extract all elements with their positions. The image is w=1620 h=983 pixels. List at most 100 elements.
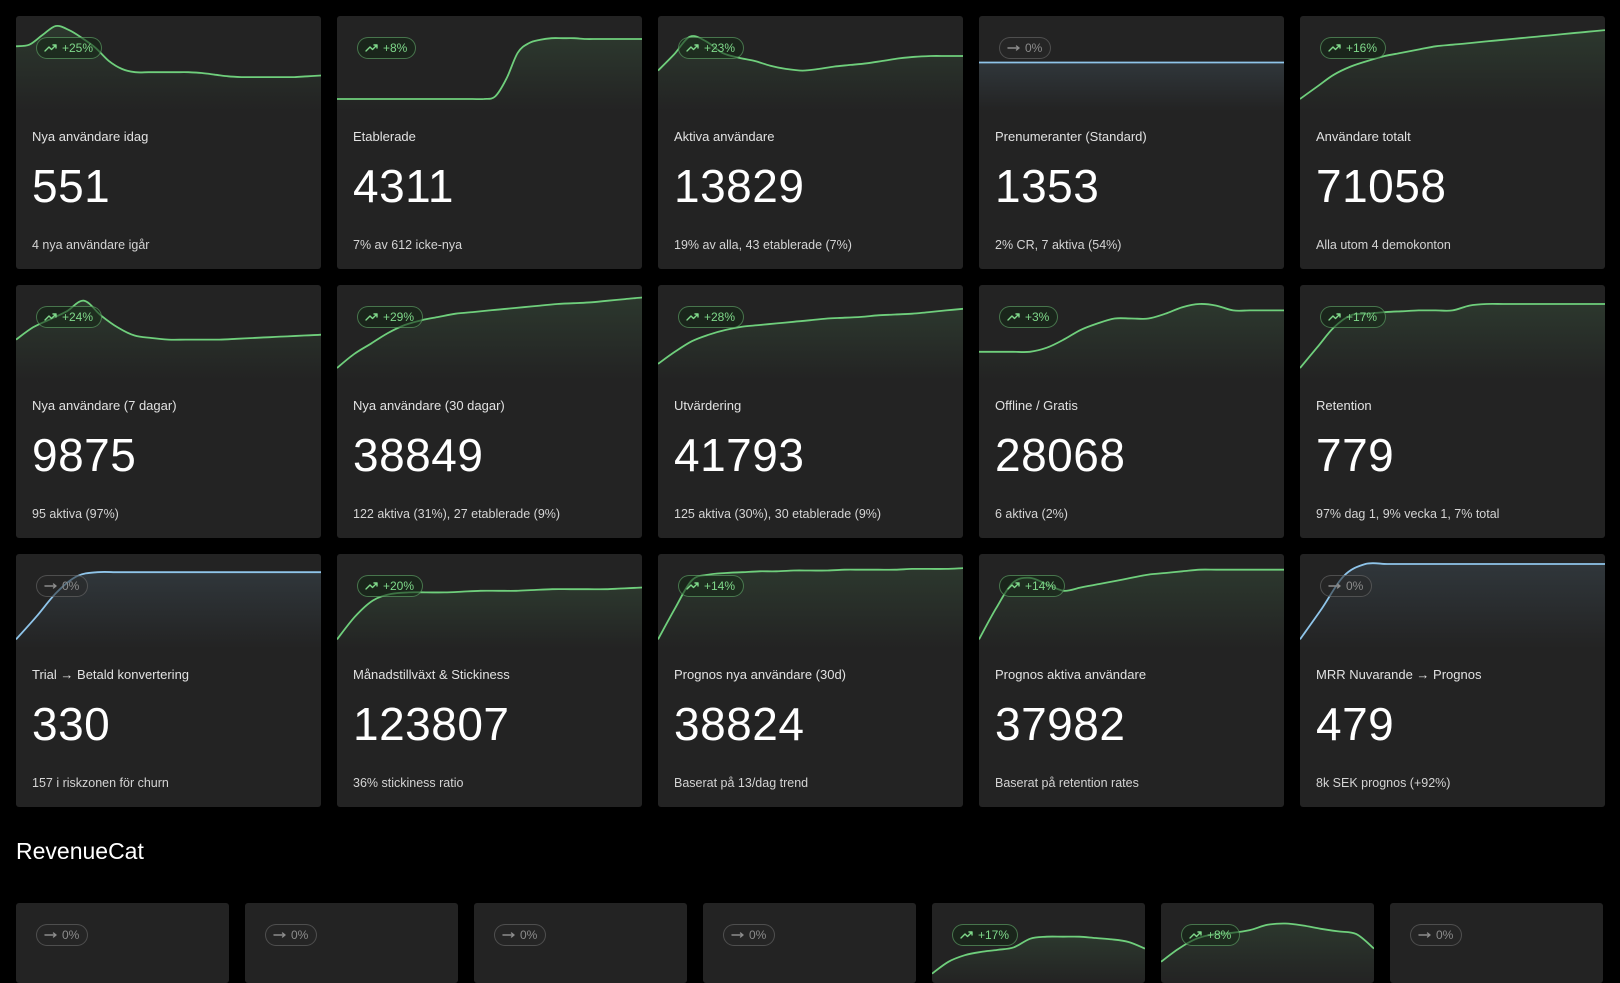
- trend-badge: 0%: [1410, 924, 1463, 946]
- trend-badge: +17%: [1320, 306, 1387, 328]
- metric-card[interactable]: +20% Månadstillväxt & Stickiness 123807 36%…: [337, 554, 642, 807]
- arrow-right-icon: [502, 932, 515, 938]
- trend-badge-label: 0%: [62, 928, 80, 942]
- sparkline-area: [979, 62, 1284, 111]
- metric-value: 71058: [1316, 160, 1447, 212]
- metric-subtext: 122 aktiva (31%), 27 etablerade (9%): [353, 507, 561, 521]
- metric-subtext: 125 aktiva (30%), 30 etablerade (9%): [674, 507, 882, 521]
- trending-up-icon: [44, 44, 57, 52]
- metric-card[interactable]: +25% Nya användare idag 551 4 nya användare…: [16, 16, 321, 269]
- trend-badge-label: +25%: [62, 41, 94, 55]
- trending-up-icon: [365, 44, 378, 52]
- revenuecat-card[interactable]: +8%: [1161, 903, 1374, 983]
- trend-badge-label: +29%: [383, 310, 415, 324]
- sparkline: [979, 16, 1284, 111]
- metric-subtext: 4 nya användare igår: [32, 238, 150, 252]
- metric-card[interactable]: +24% Nya användare (7 dagar) 9875 95 aktiva…: [16, 285, 321, 538]
- trending-up-icon: [686, 44, 699, 52]
- trend-badge-label: +23%: [704, 41, 736, 55]
- metric-subtext: 97% dag 1, 9% vecka 1, 7% total: [1316, 507, 1500, 521]
- trend-badge: 0%: [494, 924, 547, 946]
- metric-label: MRR Nuvarande → Prognos: [1316, 667, 1482, 682]
- metric-label: Offline / Gratis: [995, 398, 1078, 413]
- trending-up-icon: [365, 313, 378, 321]
- metric-subtext: 2% CR, 7 aktiva (54%): [995, 238, 1122, 252]
- metric-label: Prognos aktiva användare: [995, 667, 1147, 682]
- metric-card[interactable]: +8% Etablerade 4311 7% av 612 icke-nya: [337, 16, 642, 269]
- trend-badge: 0%: [723, 924, 776, 946]
- trend-badge-label: +14%: [1025, 579, 1057, 593]
- revenuecat-card[interactable]: 0%: [16, 903, 229, 983]
- sparkline: [1300, 16, 1605, 111]
- metric-card[interactable]: 0% Trial → Betald konvertering 330 157 i ri…: [16, 554, 321, 807]
- trend-badge-label: 0%: [1025, 41, 1043, 55]
- trend-badge: +14%: [999, 575, 1066, 597]
- trend-badge: +20%: [357, 575, 424, 597]
- metric-value: 479: [1316, 698, 1395, 750]
- metric-label: Användare totalt: [1316, 129, 1411, 144]
- revenuecat-card[interactable]: +17%: [932, 903, 1145, 983]
- trend-badge-label: +17%: [1346, 310, 1378, 324]
- trending-up-icon: [44, 313, 57, 321]
- metric-subtext: Alla utom 4 demokonton: [1316, 238, 1451, 252]
- metric-subtext: 8k SEK prognos (+92%): [1316, 776, 1451, 790]
- trending-up-icon: [960, 931, 973, 939]
- trend-badge: +8%: [357, 37, 417, 59]
- metric-value: 9875: [32, 429, 137, 481]
- metric-card[interactable]: +16% Användare totalt 71058 Alla utom 4 dem…: [1300, 16, 1605, 269]
- arrow-right-icon: [44, 932, 57, 938]
- trend-badge: +17%: [952, 924, 1019, 946]
- metric-value: 779: [1316, 429, 1395, 481]
- trend-badge-label: +20%: [383, 579, 415, 593]
- trend-badge-label: 0%: [749, 928, 767, 942]
- revenuecat-card[interactable]: 0%: [703, 903, 916, 983]
- metric-subtext: 6 aktiva (2%): [995, 507, 1068, 521]
- metric-label: Prenumeranter (Standard): [995, 129, 1147, 144]
- metric-card[interactable]: +23% Aktiva användare 13829 19% av alla, 43…: [658, 16, 963, 269]
- metric-subtext: 157 i riskzonen för churn: [32, 776, 169, 790]
- trending-up-icon: [1328, 44, 1341, 52]
- trend-badge-label: +16%: [1346, 41, 1378, 55]
- trend-badge: +3%: [999, 306, 1059, 328]
- trend-badge-label: 0%: [291, 928, 309, 942]
- revenuecat-grid: 0% 0% 0% 0% +17% +8% 0%: [16, 903, 1603, 983]
- metric-label: Nya användare (7 dagar): [32, 398, 177, 413]
- metric-label: Aktiva användare: [674, 129, 775, 144]
- metric-value: 37982: [995, 698, 1126, 750]
- metric-label: Månadstillväxt & Stickiness: [353, 667, 510, 682]
- metric-label: Nya användare (30 dagar): [353, 398, 505, 413]
- revenuecat-card[interactable]: 0%: [474, 903, 687, 983]
- trend-badge-label: +14%: [704, 579, 736, 593]
- trend-badge-label: +8%: [1207, 928, 1232, 942]
- sparkline: [979, 554, 1284, 649]
- sparkline: [337, 285, 642, 380]
- metric-card[interactable]: +29% Nya användare (30 dagar) 38849 122 akt…: [337, 285, 642, 538]
- metric-label: Utvärdering: [674, 398, 742, 413]
- trend-badge-label: 0%: [1346, 579, 1364, 593]
- sparkline: [658, 285, 963, 380]
- metric-card[interactable]: +3% Offline / Gratis 28068 6 aktiva (2%): [979, 285, 1284, 538]
- trend-badge: 0%: [36, 575, 89, 597]
- metric-card[interactable]: +14% Prognos nya användare (30d) 38824 Base…: [658, 554, 963, 807]
- trend-badge-label: +8%: [383, 41, 408, 55]
- sparkline: [16, 16, 321, 111]
- metric-card[interactable]: 0% Prenumeranter (Standard) 1353 2% CR, 7 a…: [979, 16, 1284, 269]
- metric-card[interactable]: +17% Retention 779 97% dag 1, 9% vecka 1, 7…: [1300, 285, 1605, 538]
- metric-value: 551: [32, 160, 111, 212]
- sparkline: [337, 16, 642, 111]
- metric-subtext: 19% av alla, 43 etablerade (7%): [674, 238, 852, 252]
- revenuecat-card[interactable]: 0%: [245, 903, 458, 983]
- metric-label: Retention: [1316, 398, 1372, 413]
- trend-badge: +16%: [1320, 37, 1387, 59]
- metric-label: Nya användare idag: [32, 129, 149, 144]
- metric-card[interactable]: +14% Prognos aktiva användare 37982 Baserat…: [979, 554, 1284, 807]
- trend-badge: 0%: [999, 37, 1052, 59]
- metric-value: 330: [32, 698, 111, 750]
- metric-card[interactable]: +28% Utvärdering 41793 125 aktiva (30%), 30…: [658, 285, 963, 538]
- revenuecat-card[interactable]: 0%: [1390, 903, 1603, 983]
- metric-value: 123807: [353, 698, 510, 750]
- metric-card[interactable]: 0% MRR Nuvarande → Prognos 479 8k SEK progn…: [1300, 554, 1605, 807]
- metric-subtext: Baserat på 13/dag trend: [674, 776, 809, 790]
- metric-subtext: Baserat på retention rates: [995, 776, 1139, 790]
- section-title-revenuecat: RevenueCat: [16, 838, 144, 864]
